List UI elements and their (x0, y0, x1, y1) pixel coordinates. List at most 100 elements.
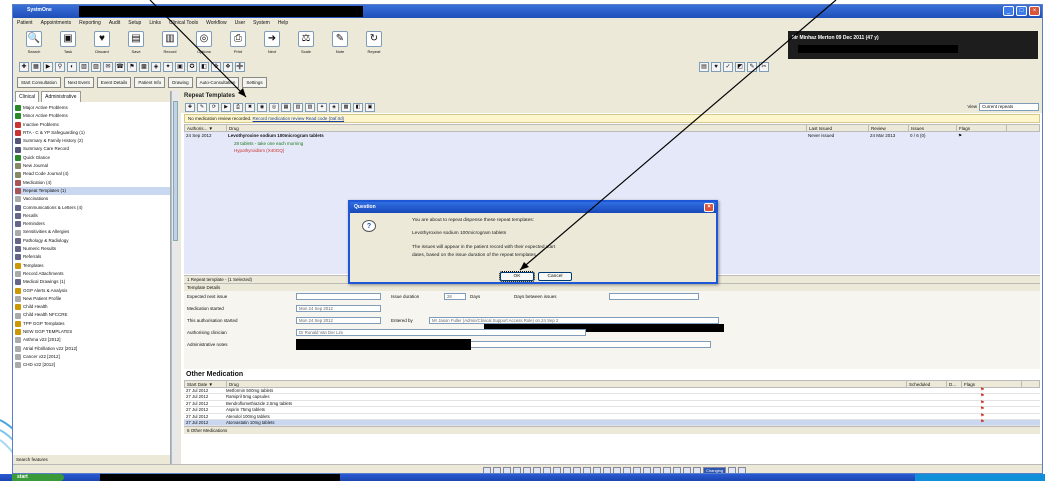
tool-icon[interactable]: ◉ (257, 102, 267, 112)
add-icon[interactable]: ✚ (185, 102, 195, 112)
status-icon[interactable] (728, 466, 737, 473)
menu-item-clinical-tools[interactable]: Clinical Tools (169, 19, 198, 28)
menu-item-help[interactable]: Help (278, 19, 288, 28)
patient-info-button[interactable]: Patient Info (134, 77, 166, 88)
tool-icon[interactable]: ▣ (175, 62, 185, 72)
sidebar-item[interactable]: Read Code Journal (4) (15, 170, 170, 178)
status-icon[interactable] (603, 466, 611, 473)
sidebar-item[interactable]: TPP GGP Templates (15, 320, 170, 328)
col-flags[interactable]: Flags (957, 125, 1007, 131)
status-icon[interactable] (513, 466, 521, 473)
minimize-icon[interactable]: _ (1003, 6, 1014, 16)
sidebar-item[interactable]: Major Active Problems (15, 104, 170, 112)
sidebar-item[interactable]: Asthma v22 [2012] (15, 336, 170, 344)
sidebar-item[interactable]: Repeat Templates (1) (15, 186, 170, 196)
tab-clinical[interactable]: Clinical (15, 91, 40, 102)
sidebar-item[interactable]: Vaccinations (15, 195, 170, 203)
menu-item-system[interactable]: System (253, 19, 270, 28)
tool-icon[interactable]: ☎ (115, 62, 125, 72)
save-button[interactable]: ▤ Save (121, 29, 151, 59)
dialog-close-icon[interactable]: × (704, 203, 714, 212)
tool-icon[interactable]: ⚲ (55, 62, 65, 72)
next-button[interactable]: ➜ Next (257, 29, 287, 59)
sidebar-item[interactable]: New Journal (15, 162, 170, 170)
tool-icon[interactable]: ▦ (281, 102, 291, 112)
search-button[interactable]: 🔍 Search (19, 29, 49, 59)
menu-item-patient[interactable]: Patient (17, 19, 33, 28)
status-icon[interactable] (663, 466, 671, 473)
tool-icon[interactable]: ✦ (317, 102, 327, 112)
sidebar-item[interactable]: Atrial Fibrillation v22 [2012] (15, 345, 170, 353)
next-event-button[interactable]: Next Event (63, 77, 94, 88)
authorisation-started-field[interactable]: Mon 24 Sep 2012 (296, 317, 381, 324)
menu-item-links[interactable]: Links (149, 19, 161, 28)
status-icon[interactable] (623, 466, 631, 473)
status-icon[interactable] (643, 466, 651, 473)
ok-button[interactable]: OK (499, 271, 535, 282)
tool-icon[interactable]: ◧ (199, 62, 209, 72)
status-icon[interactable] (483, 466, 491, 473)
tool-icon[interactable]: ▶ (43, 62, 53, 72)
tool-icon[interactable]: ✉ (103, 62, 113, 72)
tab-administrative[interactable]: Administrative (41, 91, 81, 102)
tool-icon[interactable]: ▨ (91, 62, 101, 72)
issue-icon[interactable]: ▶ (221, 102, 231, 112)
task-button[interactable]: ▣ Task (53, 29, 83, 59)
print-button[interactable]: ⎙ Print (223, 29, 253, 59)
sidebar-item[interactable]: Minor Active Problems (15, 112, 170, 120)
sidebar-item[interactable]: New Patient Profile (15, 295, 170, 303)
menu-item-reporting[interactable]: Reporting (79, 19, 101, 28)
table-row[interactable]: 24 Sep 2012 Levothyroxine sodium 100micr… (184, 132, 1040, 140)
sidebar-item[interactable]: Referrals (15, 253, 170, 261)
menu-item-workflow[interactable]: Workflow (206, 19, 226, 28)
menu-item-setup[interactable]: Setup (128, 19, 141, 28)
scroll-thumb[interactable] (173, 101, 178, 241)
status-icon[interactable] (613, 466, 621, 473)
tool-icon[interactable]: ◈ (151, 62, 161, 72)
sidebar-item[interactable]: Child Health (15, 303, 170, 311)
status-icon[interactable] (533, 466, 541, 473)
status-icon[interactable] (543, 466, 551, 473)
status-icon[interactable] (738, 466, 747, 473)
sidebar-item[interactable]: GGP Alerts & Analysis (15, 287, 170, 295)
tool-icon[interactable]: ▨ (305, 102, 315, 112)
view-select[interactable]: Current repeats (979, 103, 1039, 111)
event-details-button[interactable]: Event Details (96, 77, 132, 88)
medication-started-field[interactable]: Mon 24 Sep 2012 (296, 305, 381, 312)
note-button[interactable]: ✎ Note (325, 29, 355, 59)
options-button[interactable]: ◎ Options (189, 29, 219, 59)
tool-icon[interactable]: ◩ (735, 62, 745, 72)
sidebar-item[interactable]: RTA - C & YP Safeguarding (1) (15, 129, 170, 137)
menu-item-appointments[interactable]: Appointments (41, 19, 72, 28)
status-icon[interactable] (553, 466, 561, 473)
sidebar-item[interactable]: CHD v22 [2012] (15, 361, 170, 369)
sidebar-item[interactable]: Summary & Family History (2) (15, 137, 170, 145)
sidebar-item[interactable]: Numeric Results (15, 245, 170, 253)
menu-item-audit[interactable]: Audit (109, 19, 120, 28)
col-start-date[interactable]: Start Date ▼ (185, 381, 227, 387)
days-between-field[interactable] (609, 293, 699, 300)
sidebar-item[interactable]: Pathology & Radiology (15, 237, 170, 245)
status-icon[interactable] (563, 466, 571, 473)
status-icon[interactable] (493, 466, 501, 473)
sidebar-item[interactable]: Templates (15, 262, 170, 270)
tool-icon[interactable]: ▣ (365, 102, 375, 112)
status-icon[interactable] (673, 466, 681, 473)
sidebar-item[interactable]: Communications & Letters (4) (15, 204, 170, 212)
tool-icon[interactable]: ▧ (293, 102, 303, 112)
status-icon[interactable] (653, 466, 661, 473)
col-issues[interactable]: Issues (909, 125, 957, 131)
discard-button[interactable]: ♥ Discard (87, 29, 117, 59)
sidebar-item[interactable]: Recalls (15, 212, 170, 220)
col-last-issued[interactable]: Last Issued (807, 125, 869, 131)
status-icon[interactable] (633, 466, 641, 473)
sidebar-item[interactable]: Reminders (15, 220, 170, 228)
col-d[interactable]: D... (947, 381, 962, 387)
tool-icon[interactable]: ✜ (211, 62, 221, 72)
sidebar-item[interactable]: Quick Glance (15, 154, 170, 162)
drawing-button[interactable]: Drawing (168, 77, 193, 88)
edit-icon[interactable]: ✎ (197, 102, 207, 112)
cancel-button[interactable]: Cancel (538, 272, 572, 281)
repeat-button[interactable]: ↻ Repeat (359, 29, 389, 59)
tool-icon[interactable]: ✪ (187, 62, 197, 72)
